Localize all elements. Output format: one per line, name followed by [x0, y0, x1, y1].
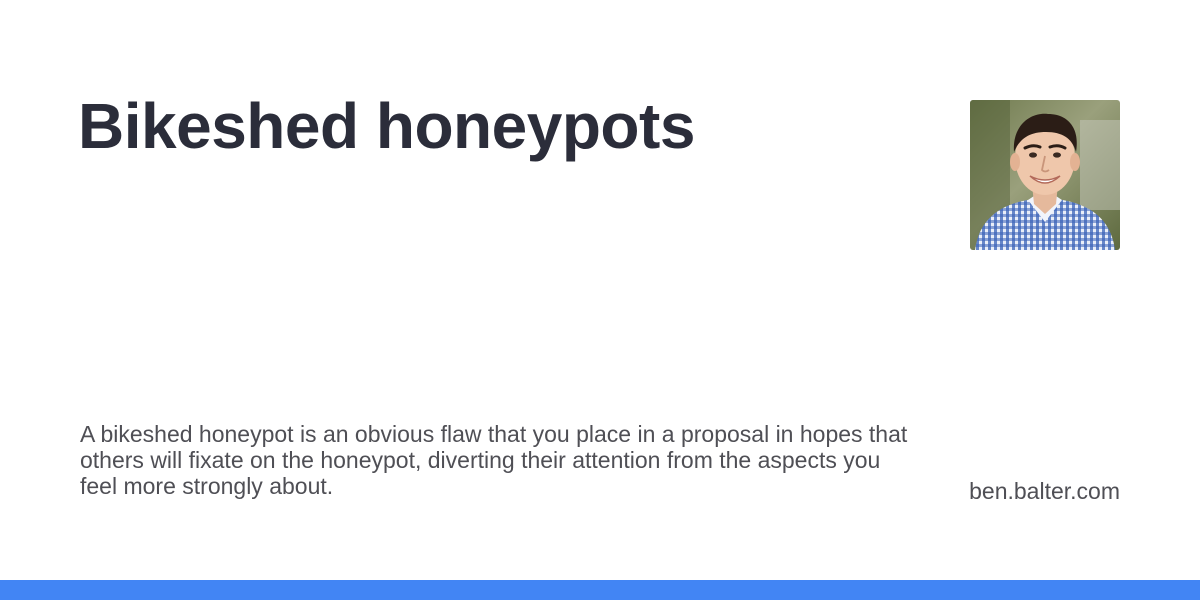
accent-bar	[0, 580, 1200, 600]
site-domain: ben.balter.com	[969, 478, 1120, 504]
post-description: A bikeshed honeypot is an obvious flaw t…	[80, 421, 908, 499]
author-avatar	[970, 100, 1120, 250]
page-title: Bikeshed honeypots	[78, 90, 695, 162]
